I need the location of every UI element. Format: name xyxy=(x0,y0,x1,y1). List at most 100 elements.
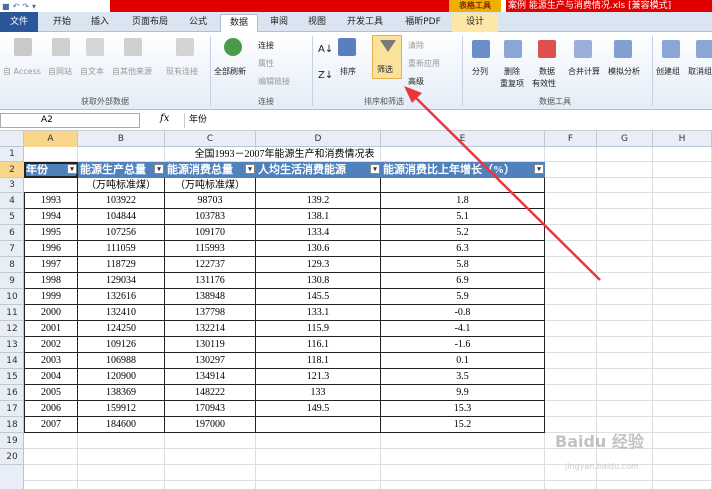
column-header-c[interactable]: C xyxy=(165,131,256,147)
row-header[interactable]: 10 xyxy=(0,289,24,305)
row-header[interactable]: 11 xyxy=(0,305,24,321)
tab-insert[interactable]: 插入 xyxy=(82,14,118,32)
data-validation-button[interactable]: 数据 xyxy=(539,66,555,77)
table-cell[interactable]: 2007 xyxy=(24,417,78,433)
row-header[interactable]: 2 xyxy=(0,162,24,178)
table-cell[interactable]: 1998 xyxy=(24,273,78,289)
row-header[interactable]: 16 xyxy=(0,385,24,401)
table-cell[interactable]: 148222 xyxy=(165,385,256,401)
table-cell[interactable]: 118729 xyxy=(78,257,165,273)
table-header-cell[interactable]: 能源消费比上年增长（%） ▾ xyxy=(381,162,545,178)
table-cell[interactable]: 2001 xyxy=(24,321,78,337)
table-cell[interactable]: 159912 xyxy=(78,401,165,417)
table-cell[interactable]: 2004 xyxy=(24,369,78,385)
table-cell[interactable]: 98703 xyxy=(165,193,256,209)
from-text-button[interactable]: 自文本 xyxy=(80,66,104,77)
customize-icon[interactable]: ▾ xyxy=(32,2,36,11)
from-access-button[interactable]: 自 Access xyxy=(3,66,41,77)
row-header[interactable]: 15 xyxy=(0,369,24,385)
table-cell[interactable]: 2000 xyxy=(24,305,78,321)
row-header[interactable]: 12 xyxy=(0,321,24,337)
row-header[interactable]: 6 xyxy=(0,225,24,241)
table-cell[interactable]: 111059 xyxy=(78,241,165,257)
row-header[interactable]: 20 xyxy=(0,449,24,465)
row-header[interactable]: 5 xyxy=(0,209,24,225)
table-cell[interactable]: 132410 xyxy=(78,305,165,321)
row-header[interactable]: 13 xyxy=(0,337,24,353)
table-cell[interactable]: 133.1 xyxy=(256,305,381,321)
tab-foxit-pdf[interactable]: 福昕PDF xyxy=(398,14,448,32)
table-cell[interactable]: 115.9 xyxy=(256,321,381,337)
row-header[interactable]: 7 xyxy=(0,241,24,257)
table-cell[interactable]: 1996 xyxy=(24,241,78,257)
table-cell[interactable]: 107256 xyxy=(78,225,165,241)
redo-icon[interactable]: ↷ xyxy=(22,2,29,11)
table-cell[interactable]: 15.2 xyxy=(381,417,545,433)
ungroup-button[interactable]: 取消组 xyxy=(688,66,712,77)
table-cell[interactable]: 122737 xyxy=(165,257,256,273)
table-cell[interactable]: 109170 xyxy=(165,225,256,241)
column-header-e[interactable]: E xyxy=(381,131,545,147)
from-other-sources-button[interactable]: 自其他来源 xyxy=(112,66,152,77)
properties-button[interactable]: 属性 xyxy=(258,58,274,69)
edit-links-button[interactable]: 编辑链接 xyxy=(258,76,290,87)
row-header[interactable]: 3 xyxy=(0,178,24,193)
column-header-f[interactable]: F xyxy=(545,131,597,147)
table-cell[interactable]: 15.3 xyxy=(381,401,545,417)
table-cell[interactable]: 145.5 xyxy=(256,289,381,305)
table-cell[interactable]: 138369 xyxy=(78,385,165,401)
filter-dropdown-icon[interactable]: ▾ xyxy=(154,164,164,174)
table-cell[interactable]: 149.5 xyxy=(256,401,381,417)
row-header[interactable]: 8 xyxy=(0,257,24,273)
table-cell[interactable]: 103783 xyxy=(165,209,256,225)
row-header[interactable]: 1 xyxy=(0,147,24,162)
table-cell[interactable]: 133 xyxy=(256,385,381,401)
select-all-corner[interactable] xyxy=(0,131,24,147)
formula-input[interactable]: 年份 xyxy=(184,113,712,128)
table-cell[interactable]: 132616 xyxy=(78,289,165,305)
table-cell[interactable]: 133.4 xyxy=(256,225,381,241)
table-cell[interactable]: 3.5 xyxy=(381,369,545,385)
tab-developer[interactable]: 开发工具 xyxy=(340,14,390,32)
table-header-cell[interactable]: 年份 ▾ xyxy=(24,162,78,178)
table-cell[interactable]: -0.8 xyxy=(381,305,545,321)
table-cell[interactable]: 116.1 xyxy=(256,337,381,353)
table-cell[interactable]: 5.1 xyxy=(381,209,545,225)
table-cell[interactable]: 138.1 xyxy=(256,209,381,225)
table-cell[interactable]: 0.1 xyxy=(381,353,545,369)
tab-file[interactable]: 文件 xyxy=(0,12,38,32)
table-subheader-cell[interactable] xyxy=(256,178,381,193)
remove-duplicates-button[interactable]: 删除 xyxy=(504,66,520,77)
table-cell[interactable]: 6.9 xyxy=(381,273,545,289)
tab-formulas[interactable]: 公式 xyxy=(180,14,216,32)
refresh-all-button[interactable]: 全部刷新 xyxy=(214,66,246,77)
table-subheader-cell[interactable]: （万吨标准煤） xyxy=(78,178,165,193)
advanced-button[interactable]: 高级 xyxy=(408,76,424,87)
reapply-button[interactable]: 重新应用 xyxy=(408,58,440,69)
table-cell[interactable]: 130.6 xyxy=(256,241,381,257)
table-cell[interactable]: 2006 xyxy=(24,401,78,417)
table-header-cell[interactable]: 能源消费总量 ▾ xyxy=(165,162,256,178)
row-header[interactable]: 17 xyxy=(0,401,24,417)
table-cell[interactable]: 103922 xyxy=(78,193,165,209)
table-cell[interactable]: 5.2 xyxy=(381,225,545,241)
table-cell[interactable]: 106988 xyxy=(78,353,165,369)
table-cell[interactable]: -1.6 xyxy=(381,337,545,353)
table-cell[interactable]: 1999 xyxy=(24,289,78,305)
column-header-h[interactable]: H xyxy=(653,131,712,147)
text-to-columns-button[interactable]: 分列 xyxy=(472,66,488,77)
table-cell[interactable]: 139.2 xyxy=(256,193,381,209)
tab-view[interactable]: 视图 xyxy=(300,14,334,32)
table-cell[interactable]: 1993 xyxy=(24,193,78,209)
table-cell[interactable]: 134914 xyxy=(165,369,256,385)
column-header-a[interactable]: A xyxy=(24,131,78,147)
row-header[interactable]: 14 xyxy=(0,353,24,369)
table-cell[interactable]: 2005 xyxy=(24,385,78,401)
tab-review[interactable]: 审阅 xyxy=(262,14,296,32)
table-cell[interactable]: 137798 xyxy=(165,305,256,321)
connections-button[interactable]: 连接 xyxy=(258,40,274,51)
from-web-button[interactable]: 自网站 xyxy=(48,66,72,77)
clear-button[interactable]: 清除 xyxy=(408,40,424,51)
table-subheader-cell[interactable]: （万吨标准煤） xyxy=(165,178,256,193)
table-cell[interactable]: 104844 xyxy=(78,209,165,225)
